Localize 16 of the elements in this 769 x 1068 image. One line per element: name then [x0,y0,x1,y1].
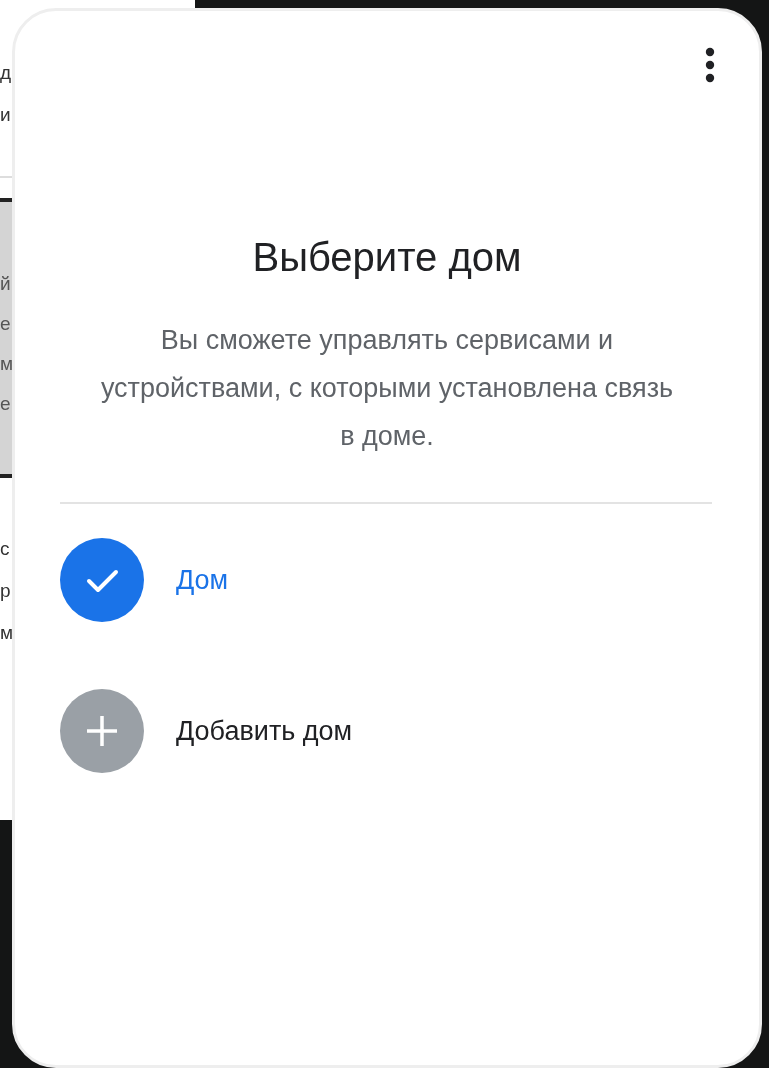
background-text: и [0,103,11,127]
home-item[interactable]: Дом [60,538,759,622]
background-text: р [0,579,11,603]
more-options-icon[interactable] [705,47,715,83]
background-text: м [0,621,14,645]
dialog-title: Выберите дом [251,235,523,280]
plus-circle-icon [60,689,144,773]
background-text: е [0,392,11,416]
background-text: д [0,61,12,85]
background-text: м [0,352,14,376]
dialog-description: Вы сможете управлять сервисами и устройствами, с которыми установлена связь в доме. [99,324,675,453]
background-text: е [0,312,11,336]
add-home-item[interactable]: Добавить дом [60,689,759,773]
background-text: й [0,272,11,296]
check-circle-icon [60,538,144,622]
background-text: с [0,537,10,561]
